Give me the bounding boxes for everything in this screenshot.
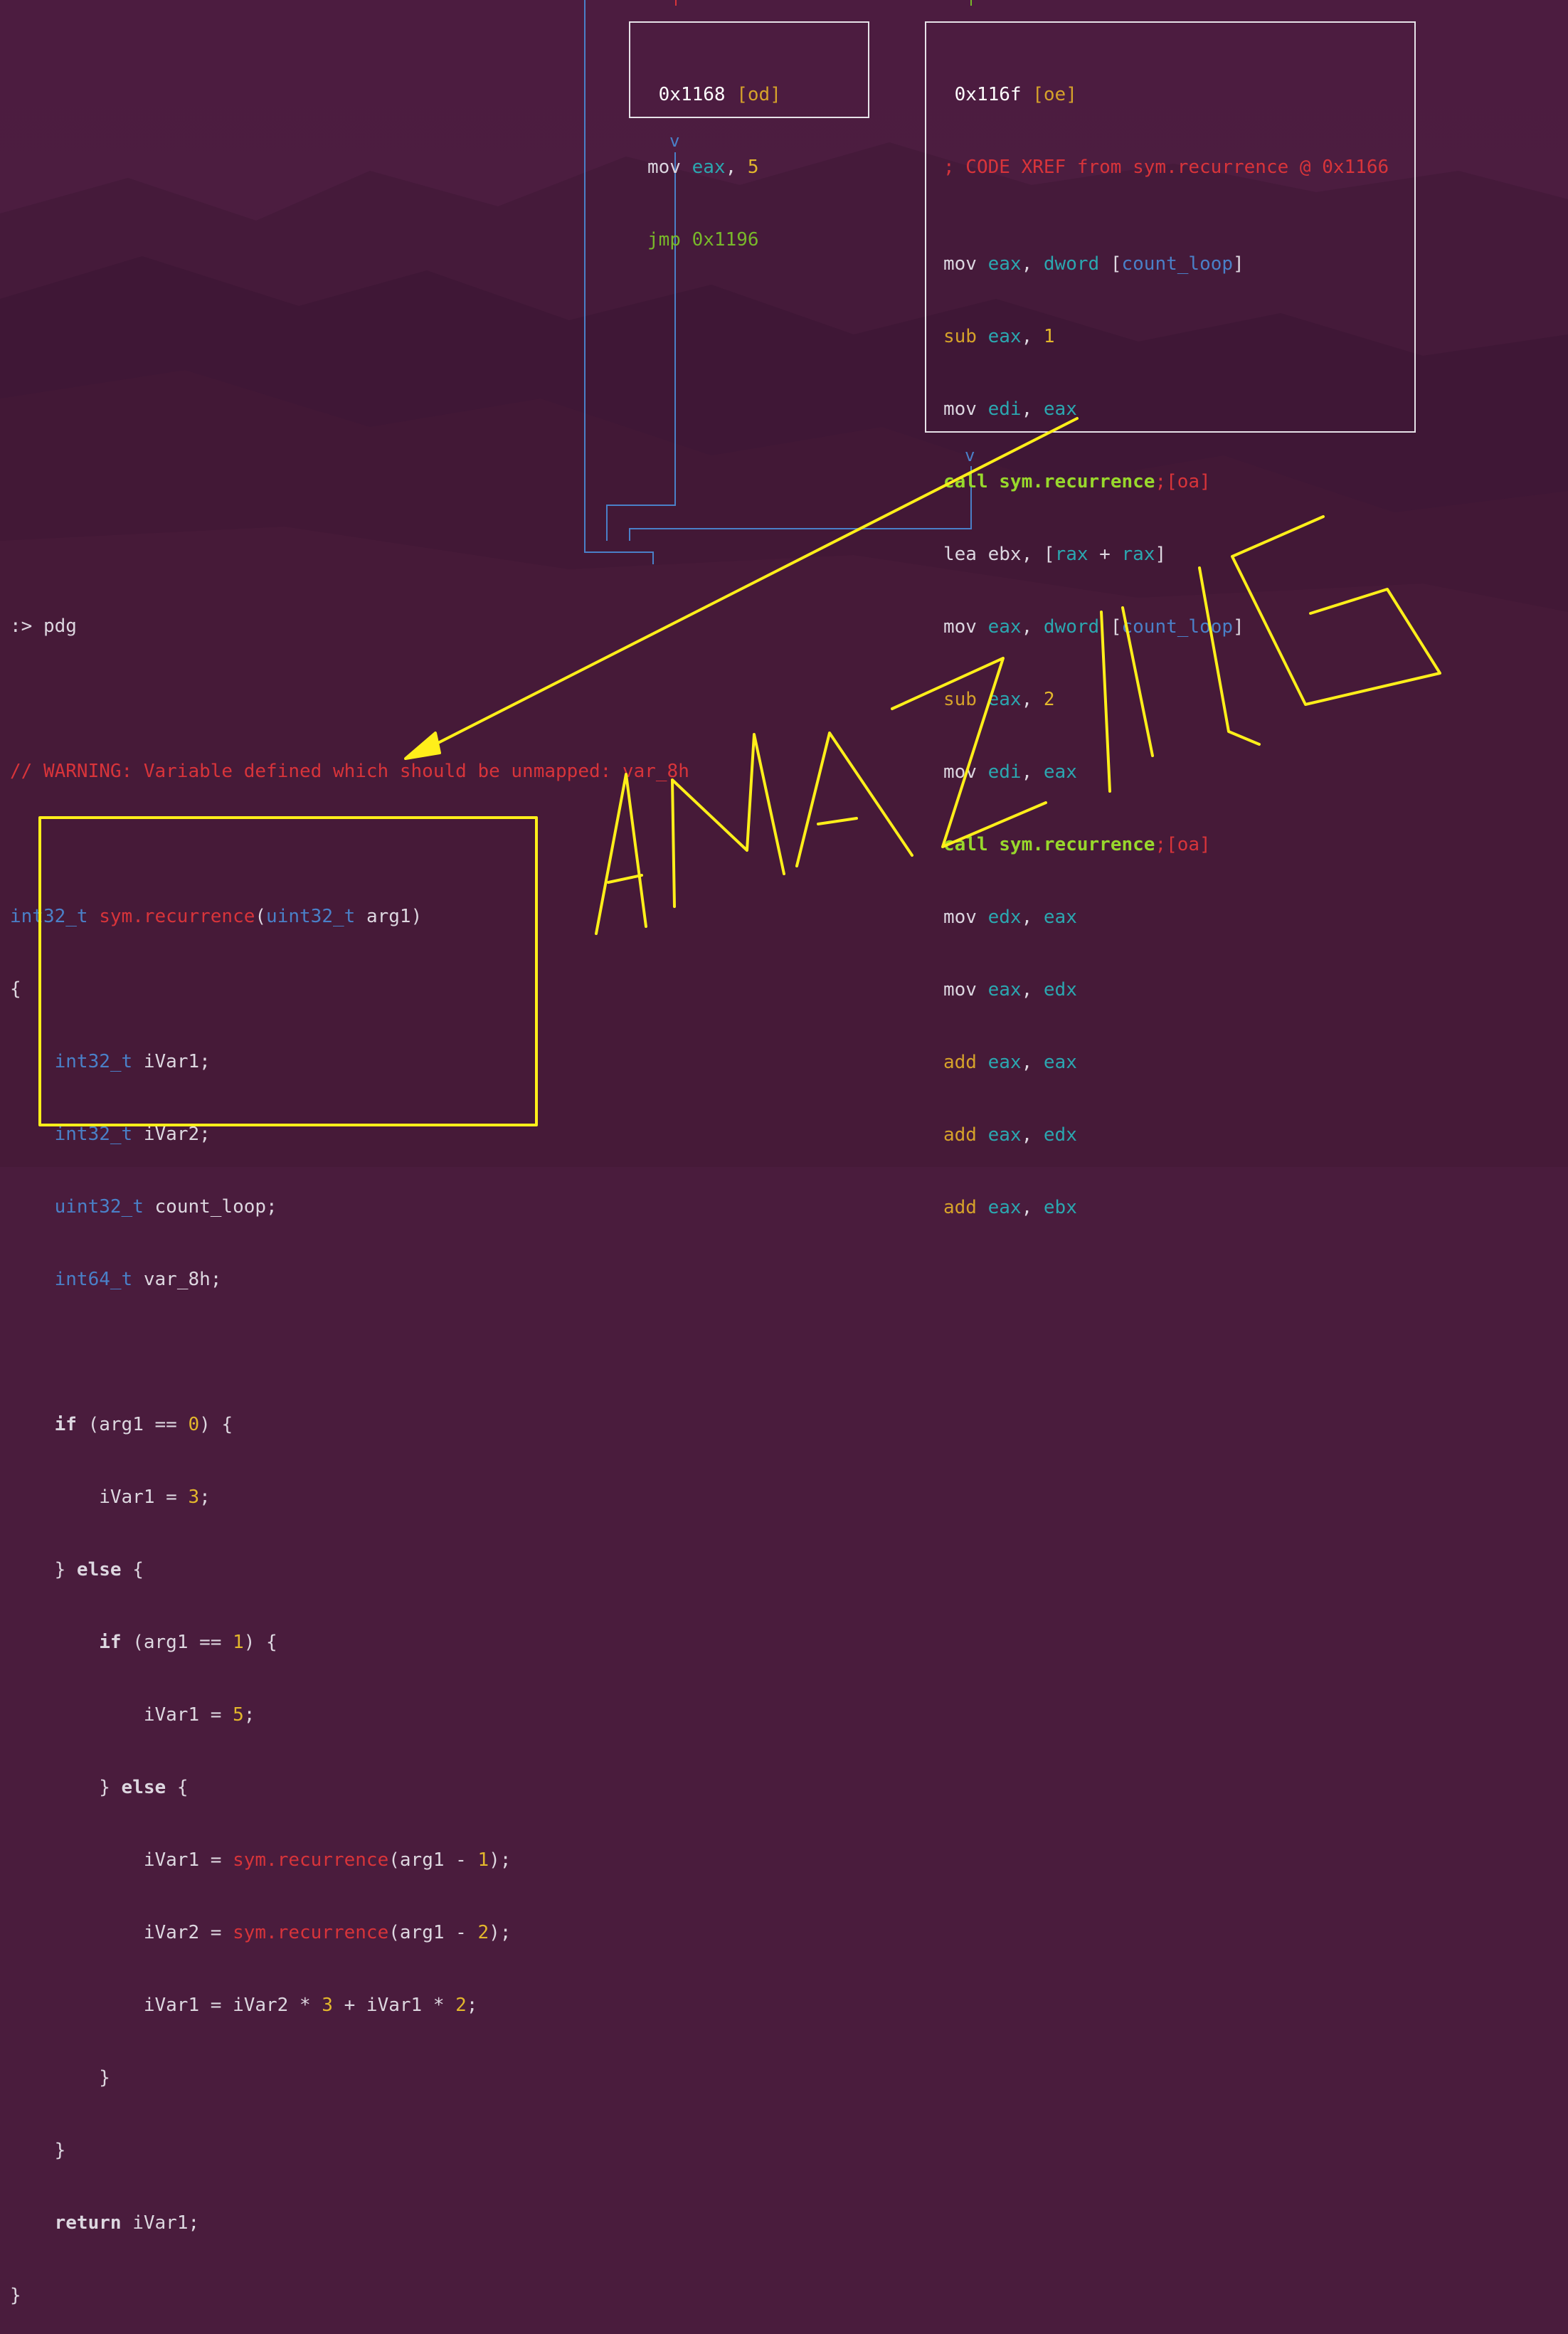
decl-type: uint32_t <box>54 1196 144 1218</box>
terminal-window: v v 0x1168 [od] mov eax, 5 jmp 0x1196 0x… <box>0 0 1568 2306</box>
code-line: iVar2 = sym.recurrence(arg1 - 2); <box>10 1922 512 1943</box>
operand: eax <box>987 1197 1022 1218</box>
decl-type: int64_t <box>54 1269 133 1290</box>
code-line: } <box>10 2140 66 2161</box>
code-line: iVar1 = 5; <box>10 1704 255 1726</box>
opcode: add <box>943 1197 977 1218</box>
code-line: if (arg1 == 0) { <box>54 1414 233 1435</box>
decl-name: count_loop; <box>154 1196 277 1218</box>
close-brace: } <box>10 2285 21 2306</box>
asm-line: add eax, ebx <box>943 1195 1397 1220</box>
highlight-box <box>38 816 538 1126</box>
code-line: iVar1 = sym.recurrence(arg1 - 1); <box>10 1849 512 1871</box>
arrow-head-icon <box>404 732 441 760</box>
annotation-arrow <box>425 417 1079 750</box>
amazing-lettering <box>595 515 1441 935</box>
decl-name: var_8h; <box>143 1269 222 1290</box>
var-decl: int64_t var_8h; <box>10 1267 689 1292</box>
var-decl: uint32_t count_loop; <box>10 1195 689 1219</box>
code-line: iVar1 = 3; <box>10 1487 211 1508</box>
code-line: iVar1 = iVar2 * 3 + iVar1 * 2; <box>10 1995 478 2016</box>
separator: , <box>1021 1197 1044 1218</box>
code-line: if (arg1 == 1) { <box>99 1632 277 1653</box>
operand: ebx <box>1043 1197 1077 1218</box>
code-line: } <box>10 2067 110 2089</box>
annotation-overlay <box>38 417 1441 1126</box>
code-line: } else { <box>10 1777 189 1798</box>
code-line: } else { <box>10 1559 144 1580</box>
code-line: return iVar1; <box>54 2212 200 2234</box>
